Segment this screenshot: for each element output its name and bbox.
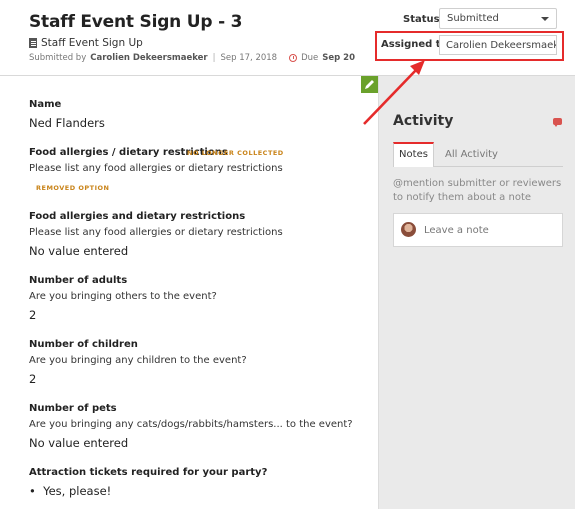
field-pets-value: No value entered	[29, 436, 129, 450]
field-food-old-desc: Please list any food allergies or dietar…	[29, 163, 283, 174]
mention-hint: @mention submitter or reviewers to notif…	[393, 178, 562, 203]
field-food-new-desc: Please list any food allergies or dietar…	[29, 227, 283, 238]
status-select[interactable]: Submitted	[439, 8, 557, 29]
clock-icon	[289, 54, 298, 62]
bullet-icon: •	[29, 484, 44, 498]
field-adults-label: Number of adults	[29, 275, 128, 286]
submitter-name: Carolien Dekeersmaeker	[90, 53, 208, 63]
field-name-label: Name	[29, 99, 62, 110]
page-title: Staff Event Sign Up - 3	[29, 12, 243, 32]
due-label: Due	[301, 53, 319, 63]
meta-separator: |	[212, 53, 216, 63]
submitted-by-label: Submitted by	[29, 53, 87, 63]
field-children-desc: Are you bringing any children to the eve…	[29, 355, 247, 366]
document-icon	[29, 38, 37, 48]
field-pets-desc: Are you bringing any cats/dogs/rabbits/h…	[29, 419, 353, 430]
field-pets-label: Number of pets	[29, 403, 117, 414]
field-adults-desc: Are you bringing others to the event?	[29, 291, 217, 302]
field-tickets-text: Yes, please!	[43, 484, 112, 498]
assigned-label: Assigned to	[381, 39, 448, 50]
submission-meta: Submitted by Carolien Dekeersmaeker | Se…	[29, 53, 355, 63]
field-name-value: Ned Flanders	[29, 116, 105, 130]
note-placeholder[interactable]: Leave a note	[424, 225, 489, 236]
no-longer-collected-badge: NO LONGER COLLECTED	[187, 149, 284, 157]
due-date: Sep 20	[322, 53, 356, 63]
pencil-icon	[365, 80, 374, 89]
chat-icon[interactable]	[553, 118, 562, 127]
field-food-new-label: Food allergies and dietary restrictions	[29, 211, 246, 222]
removed-option-badge: REMOVED OPTION	[36, 184, 110, 192]
field-children-label: Number of children	[29, 339, 138, 350]
status-label: Status	[403, 14, 440, 25]
field-tickets-label: Attraction tickets required for your par…	[29, 467, 268, 478]
field-food-new-value: No value entered	[29, 244, 129, 258]
status-value: Submitted	[447, 13, 499, 24]
field-tickets-value: • Yes, please!	[29, 484, 111, 498]
activity-sidebar	[378, 76, 575, 509]
form-name: Staff Event Sign Up	[41, 37, 143, 49]
submitted-date: Sep 17, 2018	[220, 53, 278, 63]
avatar	[401, 222, 416, 237]
caret-down-icon	[541, 17, 549, 21]
field-children-value: 2	[29, 372, 37, 386]
tab-notes[interactable]: Notes	[393, 142, 434, 167]
activity-title: Activity	[393, 113, 454, 129]
field-adults-value: 2	[29, 308, 37, 322]
edit-button[interactable]	[361, 76, 378, 93]
assigned-input[interactable]: Carolien Dekeersmaeker	[439, 35, 557, 55]
tab-all-activity[interactable]: All Activity	[445, 149, 498, 160]
form-link[interactable]: Staff Event Sign Up	[29, 37, 143, 49]
